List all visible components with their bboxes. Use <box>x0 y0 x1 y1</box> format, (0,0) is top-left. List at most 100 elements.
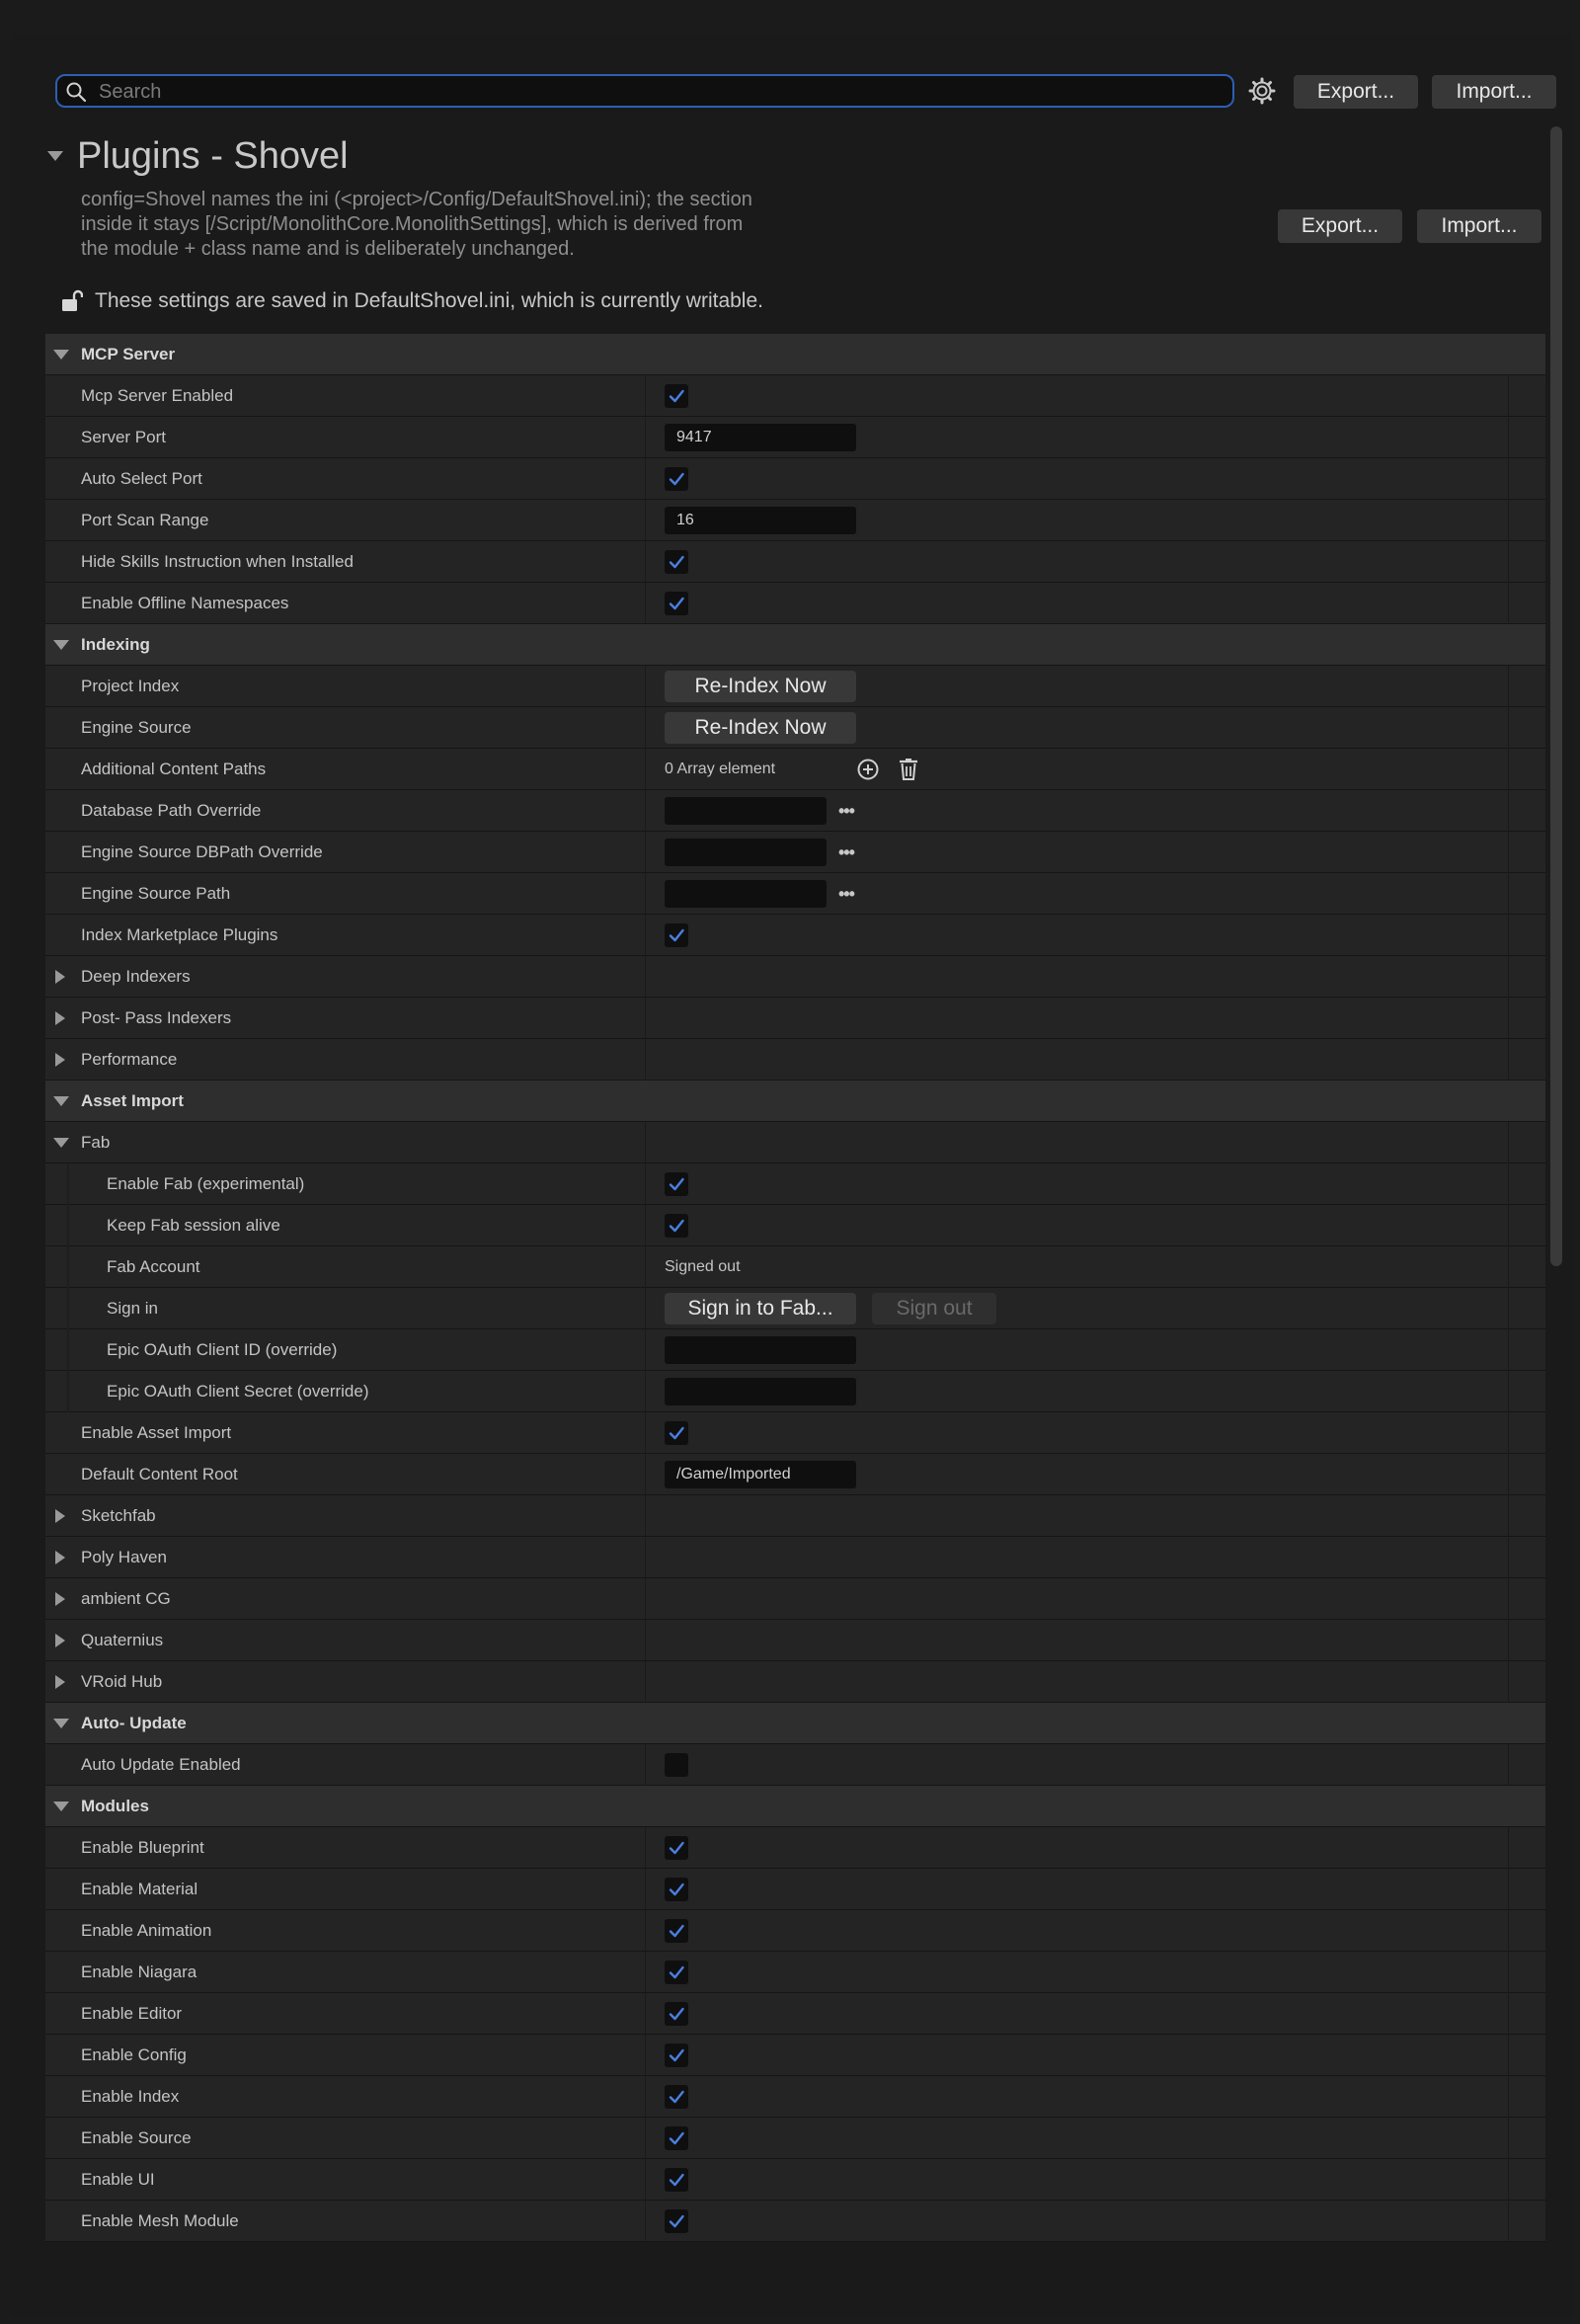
column-divider[interactable] <box>645 1952 646 1993</box>
add-element-icon[interactable] <box>856 758 880 781</box>
sign-in-to-fab-button[interactable]: Sign in to Fab... <box>665 1293 856 1324</box>
group-ambient-cg[interactable]: ambient CG <box>45 1578 1545 1620</box>
expand-arrow-down-icon[interactable] <box>53 1096 69 1106</box>
column-divider[interactable] <box>645 956 646 998</box>
column-divider[interactable] <box>645 1910 646 1952</box>
enable-offline-namespaces-checkbox[interactable] <box>665 592 688 615</box>
expand-arrow-right-icon[interactable] <box>55 1675 65 1689</box>
mcp-server-enabled-checkbox[interactable] <box>665 384 688 408</box>
column-divider[interactable] <box>645 1869 646 1910</box>
group-fab[interactable]: Fab <box>45 1122 1545 1163</box>
expand-arrow-down-icon[interactable] <box>53 640 69 650</box>
column-divider[interactable] <box>645 2076 646 2118</box>
column-divider[interactable] <box>645 832 646 873</box>
reindex-now-button[interactable]: Re-Index Now <box>665 712 856 744</box>
column-divider[interactable] <box>645 1039 646 1081</box>
column-divider[interactable] <box>645 375 646 417</box>
column-divider[interactable] <box>645 417 646 458</box>
column-divider[interactable] <box>645 1744 646 1786</box>
column-divider[interactable] <box>645 541 646 583</box>
import-button[interactable]: Import... <box>1432 75 1556 109</box>
column-divider[interactable] <box>645 1122 646 1163</box>
category-indexing[interactable]: Indexing <box>45 624 1545 666</box>
expand-arrow-right-icon[interactable] <box>55 1592 65 1606</box>
enable-animation-checkbox[interactable] <box>665 1919 688 1943</box>
expand-arrow-right-icon[interactable] <box>55 1551 65 1564</box>
column-divider[interactable] <box>645 500 646 541</box>
column-divider[interactable] <box>645 1578 646 1620</box>
hide-skills-instruction-when-installed-checkbox[interactable] <box>665 550 688 574</box>
enable-config-checkbox[interactable] <box>665 2044 688 2067</box>
trash-icon[interactable] <box>898 758 919 781</box>
group-quaternius[interactable]: Quaternius <box>45 1620 1545 1661</box>
enable-mesh-module-checkbox[interactable] <box>665 2209 688 2233</box>
database-path-override-input[interactable] <box>665 797 827 825</box>
expand-arrow-down-icon[interactable] <box>53 350 69 360</box>
category-asset-import[interactable]: Asset Import <box>45 1081 1545 1122</box>
enable-fab-experimental-checkbox[interactable] <box>665 1172 688 1196</box>
column-divider[interactable] <box>645 1163 646 1205</box>
scrollbar-thumb[interactable] <box>1550 126 1562 1266</box>
enable-ui-checkbox[interactable] <box>665 2168 688 2192</box>
column-divider[interactable] <box>645 1412 646 1454</box>
group-performance[interactable]: Performance <box>45 1039 1545 1081</box>
default-content-root-input[interactable]: /Game/Imported <box>665 1461 856 1488</box>
column-divider[interactable] <box>645 1827 646 1869</box>
enable-niagara-checkbox[interactable] <box>665 1961 688 1984</box>
browse-ellipsis-icon[interactable]: ••• <box>838 884 855 905</box>
column-divider[interactable] <box>645 707 646 749</box>
column-divider[interactable] <box>645 2035 646 2076</box>
expand-arrow-down-icon[interactable] <box>53 1802 69 1811</box>
column-divider[interactable] <box>645 873 646 915</box>
engine-source-dbpath-override-input[interactable] <box>665 839 827 866</box>
column-divider[interactable] <box>645 749 646 790</box>
enable-editor-checkbox[interactable] <box>665 2002 688 2026</box>
column-divider[interactable] <box>645 2159 646 2201</box>
search-input[interactable] <box>97 78 1226 106</box>
column-divider[interactable] <box>645 666 646 707</box>
server-port-input[interactable]: 9417 <box>665 424 856 451</box>
expand-arrow-right-icon[interactable] <box>55 1053 65 1067</box>
browse-ellipsis-icon[interactable]: ••• <box>838 801 855 822</box>
collapse-arrow-icon[interactable] <box>47 151 63 161</box>
port-scan-range-input[interactable]: 16 <box>665 507 856 534</box>
section-import-button[interactable]: Import... <box>1417 209 1541 243</box>
auto-update-enabled-checkbox[interactable] <box>665 1753 688 1777</box>
title-row[interactable]: Plugins - Shovel <box>47 126 349 186</box>
column-divider[interactable] <box>645 998 646 1039</box>
engine-source-path-input[interactable] <box>665 880 827 908</box>
column-divider[interactable] <box>645 1537 646 1578</box>
gear-icon[interactable] <box>1248 77 1276 105</box>
group-deep-indexers[interactable]: Deep Indexers <box>45 956 1545 998</box>
expand-arrow-right-icon[interactable] <box>55 1509 65 1523</box>
epic-oauth-client-secret-override-input[interactable] <box>665 1378 856 1405</box>
enable-index-checkbox[interactable] <box>665 2085 688 2109</box>
column-divider[interactable] <box>645 915 646 956</box>
section-export-button[interactable]: Export... <box>1278 209 1402 243</box>
column-divider[interactable] <box>645 458 646 500</box>
column-divider[interactable] <box>645 2201 646 2242</box>
sign-out-button[interactable]: Sign out <box>872 1293 996 1324</box>
column-divider[interactable] <box>645 1661 646 1703</box>
column-divider[interactable] <box>645 2118 646 2159</box>
column-divider[interactable] <box>645 1371 646 1412</box>
category-auto-update[interactable]: Auto- Update <box>45 1703 1545 1744</box>
column-divider[interactable] <box>645 1495 646 1537</box>
column-divider[interactable] <box>645 583 646 624</box>
enable-blueprint-checkbox[interactable] <box>665 1836 688 1860</box>
group-sketchfab[interactable]: Sketchfab <box>45 1495 1545 1537</box>
group-post-pass-indexers[interactable]: Post- Pass Indexers <box>45 998 1545 1039</box>
epic-oauth-client-id-override-input[interactable] <box>665 1336 856 1364</box>
browse-ellipsis-icon[interactable]: ••• <box>838 842 855 863</box>
expand-arrow-right-icon[interactable] <box>55 1011 65 1025</box>
auto-select-port-checkbox[interactable] <box>665 467 688 491</box>
group-vroid-hub[interactable]: VRoid Hub <box>45 1661 1545 1703</box>
group-poly-haven[interactable]: Poly Haven <box>45 1537 1545 1578</box>
expand-arrow-right-icon[interactable] <box>55 1634 65 1647</box>
reindex-now-button[interactable]: Re-Index Now <box>665 671 856 702</box>
column-divider[interactable] <box>645 1620 646 1661</box>
expand-arrow-down-icon[interactable] <box>53 1719 69 1728</box>
keep-fab-session-alive-checkbox[interactable] <box>665 1214 688 1238</box>
export-button[interactable]: Export... <box>1294 75 1418 109</box>
enable-material-checkbox[interactable] <box>665 1878 688 1901</box>
